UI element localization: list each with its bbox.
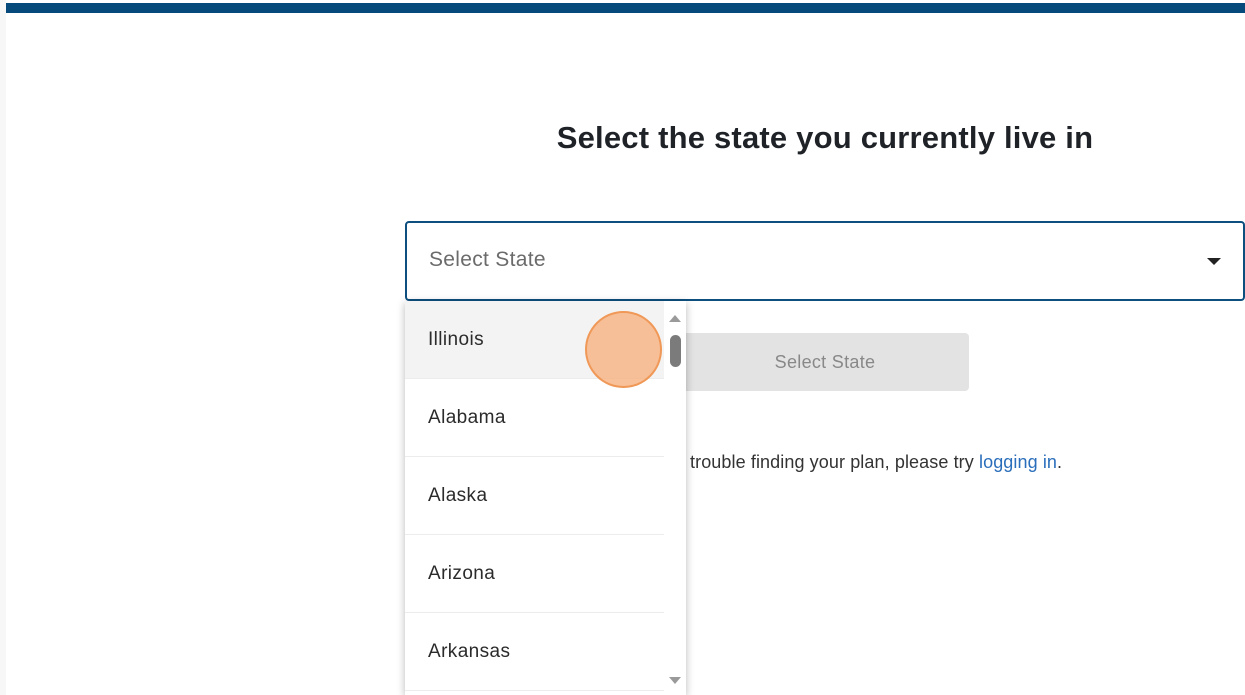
state-option-alabama[interactable]: Alabama bbox=[405, 379, 664, 457]
state-option-label: Arkansas bbox=[428, 640, 511, 662]
dropdown-scrollbar[interactable] bbox=[664, 301, 686, 695]
header-top-gap bbox=[0, 0, 1245, 3]
scrollbar-thumb[interactable] bbox=[670, 335, 681, 367]
state-option-label: Illinois bbox=[428, 328, 484, 350]
help-text-prefix: trouble finding your plan, please try bbox=[690, 452, 979, 472]
scroll-up-arrow-icon[interactable] bbox=[669, 315, 681, 322]
login-link[interactable]: logging in bbox=[979, 452, 1057, 472]
left-edge bbox=[0, 0, 6, 695]
help-text-suffix: . bbox=[1057, 452, 1063, 472]
state-option-label: Arizona bbox=[428, 562, 496, 584]
click-indicator bbox=[585, 311, 662, 388]
state-select-placeholder: Select State bbox=[429, 248, 546, 271]
caret-down-icon bbox=[1207, 258, 1221, 265]
scroll-down-arrow-icon[interactable] bbox=[669, 677, 681, 684]
state-option-label: Alaska bbox=[428, 484, 488, 506]
state-option-label: Alabama bbox=[428, 406, 506, 428]
select-state-button[interactable]: Select State bbox=[681, 333, 969, 391]
state-option-alaska[interactable]: Alaska bbox=[405, 457, 664, 535]
help-text: trouble finding your plan, please try lo… bbox=[690, 452, 1062, 473]
page-title: Select the state you currently live in bbox=[556, 120, 1094, 155]
page: Select the state you currently live in S… bbox=[0, 0, 1245, 695]
state-option-arizona[interactable]: Arizona bbox=[405, 535, 664, 613]
state-option-arkansas[interactable]: Arkansas bbox=[405, 613, 664, 691]
state-select[interactable]: Select State bbox=[405, 221, 1245, 301]
